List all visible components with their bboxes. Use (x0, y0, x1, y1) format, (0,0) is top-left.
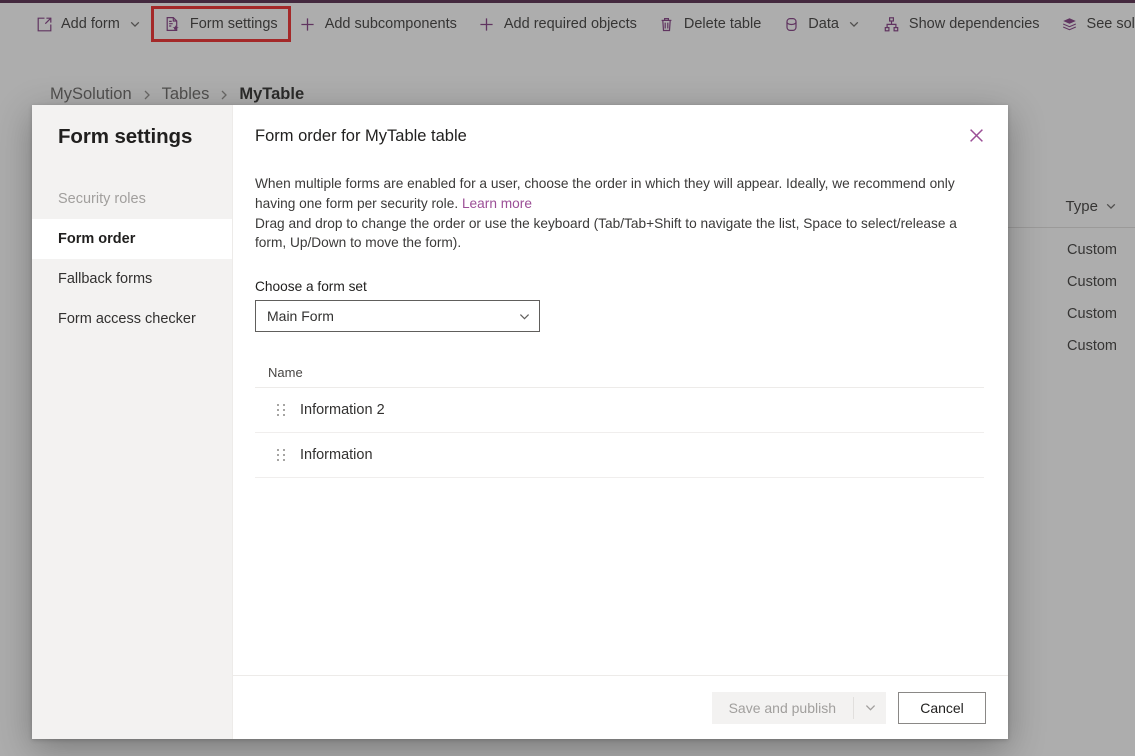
sidebar-item-label: Fallback forms (58, 271, 153, 287)
form-set-label: Choose a form set (255, 279, 367, 295)
save-and-publish-button: Save and publish (711, 691, 886, 724)
dialog-description: When multiple forms are enabled for a us… (255, 174, 979, 253)
dialog-body: Form order for MyTable table When multip… (233, 105, 1008, 675)
form-settings-dialog: Form settings Security roles Form order … (32, 105, 1008, 739)
dialog-main: Form order for MyTable table When multip… (232, 105, 1008, 739)
chevron-down-icon (518, 310, 531, 323)
form-set-selected-value: Main Form (267, 308, 334, 325)
sidebar-item-security-roles: Security roles (32, 179, 232, 219)
learn-more-link[interactable]: Learn more (462, 196, 532, 211)
form-set-dropdown[interactable]: Main Form (255, 300, 540, 333)
form-order-list: Name Information 2 Information (255, 358, 984, 479)
close-icon[interactable] (960, 119, 992, 151)
list-item-label: Information 2 (300, 402, 385, 419)
drag-handle-icon[interactable] (277, 448, 287, 462)
chevron-down-icon (854, 692, 886, 724)
description-paragraph-2: Drag and drop to change the order or use… (255, 215, 957, 251)
drag-handle-icon[interactable] (277, 403, 287, 417)
sidebar-item-label: Form order (58, 231, 136, 247)
dialog-sidebar-title: Form settings (58, 125, 193, 148)
sidebar-item-label: Security roles (58, 191, 146, 207)
list-item[interactable]: Information (255, 433, 984, 479)
sidebar-item-label: Form access checker (58, 311, 196, 327)
description-paragraph-1: When multiple forms are enabled for a us… (255, 176, 955, 211)
list-item-label: Information (300, 447, 373, 464)
save-and-publish-label: Save and publish (728, 699, 836, 716)
cancel-button[interactable]: Cancel (898, 691, 986, 724)
list-column-header-name: Name (255, 358, 984, 389)
sidebar-item-form-access-checker[interactable]: Form access checker (32, 299, 232, 339)
sidebar-item-form-order[interactable]: Form order (32, 219, 232, 259)
sidebar-item-fallback-forms[interactable]: Fallback forms (32, 259, 232, 299)
dialog-sidebar: Form settings Security roles Form order … (32, 105, 232, 739)
list-item[interactable]: Information 2 (255, 388, 984, 434)
dialog-footer: Save and publish Cancel (233, 675, 1008, 739)
dialog-title: Form order for MyTable table (255, 127, 467, 145)
list-column-header-label: Name (268, 365, 303, 381)
screen: Add form Form settings Add subcomponents… (0, 0, 1135, 756)
